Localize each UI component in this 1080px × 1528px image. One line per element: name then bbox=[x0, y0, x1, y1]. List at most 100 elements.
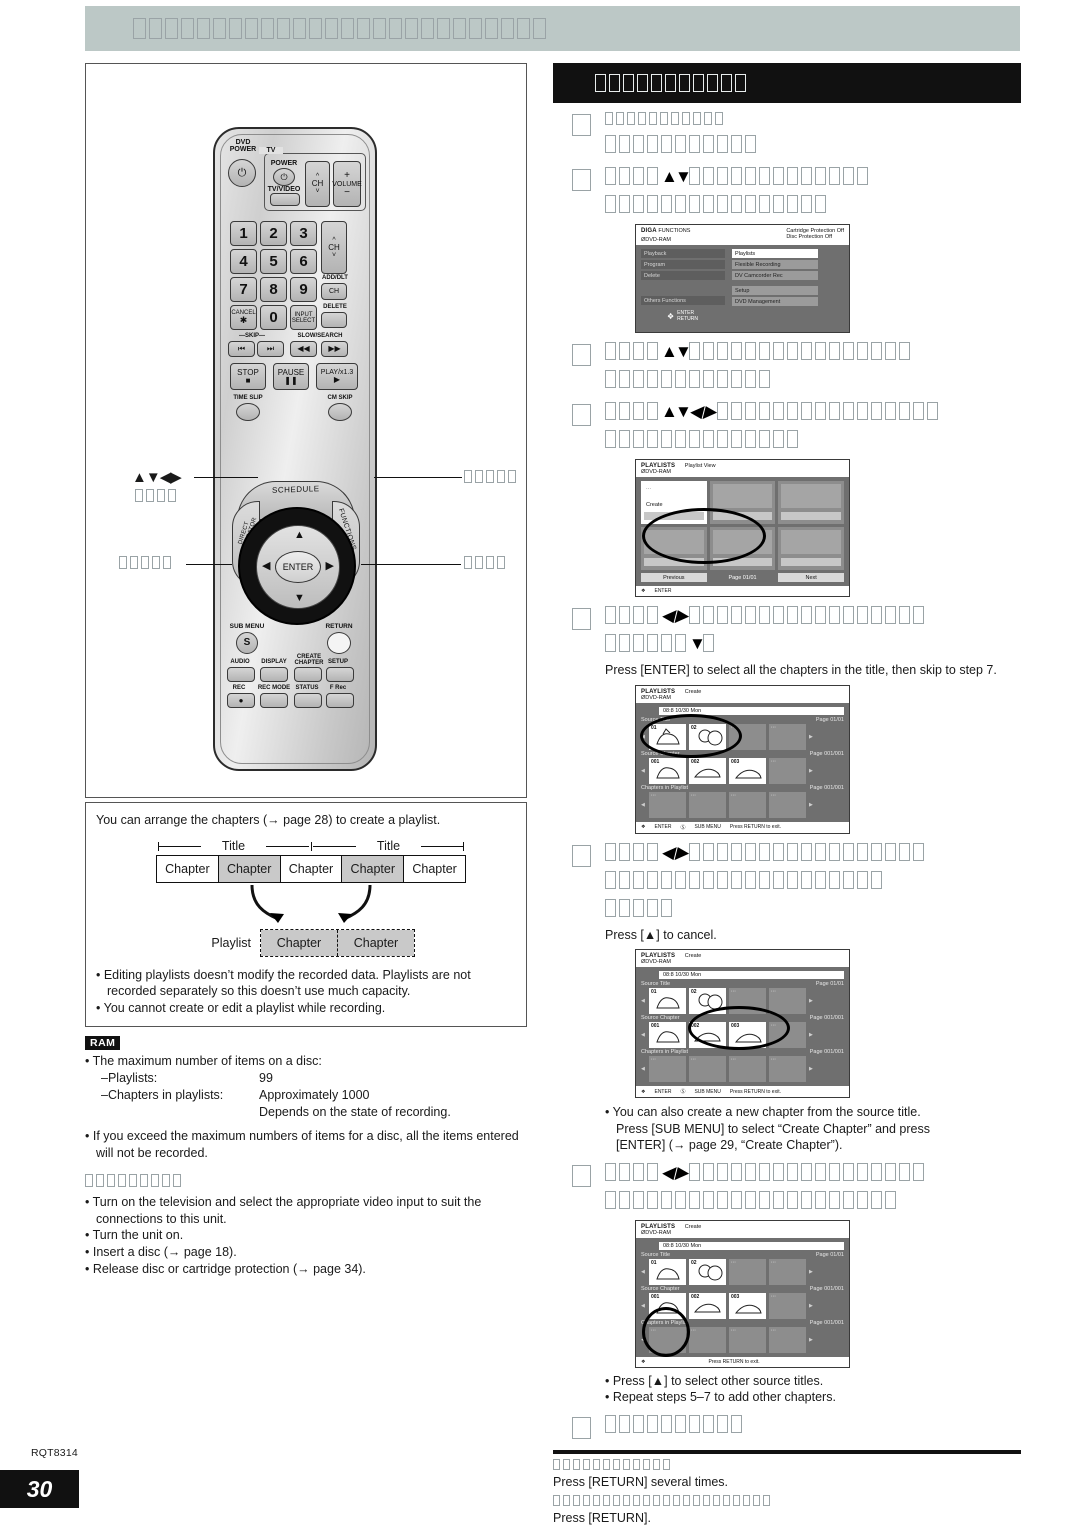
osd-menu-playlists[interactable]: Playlists bbox=[732, 249, 818, 258]
osd-thumb[interactable]: 003 bbox=[729, 1292, 766, 1319]
audio-button[interactable] bbox=[227, 667, 255, 682]
osd-menu-program[interactable]: Program bbox=[641, 260, 725, 269]
osd-thumb[interactable]: ··· bbox=[769, 723, 806, 750]
osd-create-disc: ØDVD-RAM bbox=[641, 1229, 671, 1236]
step-number-6 bbox=[572, 844, 591, 867]
osd-thumb[interactable]: 02 bbox=[689, 1258, 726, 1285]
osd-dpad-icon: ❖ bbox=[641, 824, 646, 830]
osd-thumb[interactable]: ··· bbox=[689, 1326, 726, 1353]
tv-ch-rocker[interactable]: ^ CH ˅ bbox=[305, 161, 330, 207]
osd-menu-delete[interactable]: Delete bbox=[641, 271, 725, 280]
osd-thumb[interactable]: 001 bbox=[649, 1022, 686, 1048]
return-button[interactable] bbox=[327, 632, 351, 654]
rec-mode-button[interactable] bbox=[260, 693, 288, 708]
enter-button[interactable]: ENTER bbox=[275, 551, 321, 583]
number-2-button[interactable]: 2 bbox=[260, 221, 287, 246]
rec-button[interactable]: ● bbox=[227, 693, 255, 708]
tv-volume-rocker[interactable]: + VOLUME − bbox=[332, 161, 362, 207]
highlight-ellipse-source-title bbox=[640, 713, 742, 758]
time-slip-button[interactable] bbox=[236, 403, 260, 421]
dpad-down-icon[interactable]: ▼ bbox=[294, 593, 305, 604]
osd-thumb[interactable]: ··· bbox=[729, 1326, 766, 1353]
osd-thumb[interactable]: 01 bbox=[649, 988, 686, 1014]
tv-power-button[interactable]: ⏻ bbox=[273, 168, 295, 186]
osd-playlist-cell[interactable]: ··· bbox=[778, 527, 845, 570]
input-select-button[interactable]: INPUT SELECT bbox=[290, 305, 317, 330]
osd-thumb[interactable]: ··· bbox=[769, 757, 806, 784]
osd-thumb[interactable]: 002 bbox=[689, 757, 726, 784]
f-rec-button[interactable] bbox=[326, 693, 354, 708]
osd-thumb[interactable]: ··· bbox=[769, 988, 806, 1014]
number-7-button[interactable]: 7 bbox=[230, 277, 257, 302]
number-3-button[interactable]: 3 bbox=[290, 221, 317, 246]
number-9-button[interactable]: 9 bbox=[290, 277, 317, 302]
osd-thumb[interactable]: ··· bbox=[689, 1056, 726, 1082]
setup-button[interactable] bbox=[326, 667, 354, 682]
osd-thumb[interactable]: ··· bbox=[769, 1292, 806, 1319]
number-8-button[interactable]: 8 bbox=[260, 277, 287, 302]
osd-thumb[interactable]: ··· bbox=[649, 791, 686, 818]
osd-thumb[interactable]: ··· bbox=[729, 1056, 766, 1082]
subnote-line: • You can also create a new chapter from… bbox=[605, 1105, 921, 1119]
number-4-button[interactable]: 4 bbox=[230, 249, 257, 274]
dpad-left-icon[interactable]: ◀ bbox=[262, 561, 270, 572]
search-back-button[interactable]: ◀◀ bbox=[290, 341, 317, 357]
osd-thumb[interactable]: ··· bbox=[729, 1258, 766, 1285]
number-1-button[interactable]: 1 bbox=[230, 221, 257, 246]
add-dlt-ch-button[interactable]: CH bbox=[321, 283, 347, 300]
diagram-playlist-row: Playlist Chapter Chapter bbox=[156, 928, 466, 957]
number-6-button[interactable]: 6 bbox=[290, 249, 317, 274]
osd-thumb[interactable]: ··· bbox=[769, 1326, 806, 1353]
osd-thumb[interactable]: ··· bbox=[649, 1056, 686, 1082]
search-forward-button[interactable]: ▶▶ bbox=[321, 341, 348, 357]
osd-menu-dv-camcorder-rec[interactable]: DV Camcorder Rec bbox=[732, 271, 818, 280]
ch-rocker[interactable]: ^ CH ˅ bbox=[321, 221, 347, 274]
osd-playlist-view-header: PLAYLISTS Playlist View ØDVD-RAM bbox=[636, 460, 849, 477]
osd-thumb[interactable]: 003 bbox=[729, 757, 766, 784]
osd-menu-flexible-recording[interactable]: Flexible Recording bbox=[732, 260, 818, 269]
osd-menu-others-functions[interactable]: Others Functions bbox=[641, 296, 725, 305]
osd-brand: DIGA bbox=[641, 228, 657, 234]
skip-forward-button[interactable]: ⏭ bbox=[257, 341, 284, 357]
stop-button[interactable]: STOP ■ bbox=[230, 363, 266, 390]
audio-label: AUDIO bbox=[230, 659, 250, 665]
create-chapter-button[interactable] bbox=[294, 667, 322, 682]
banner-title-glyphs bbox=[133, 18, 546, 39]
cancel-button[interactable]: CANCEL ✱ bbox=[230, 305, 257, 330]
osd-nav-next[interactable]: Next bbox=[778, 573, 845, 582]
dpad-inner[interactable]: ▲ ▼ ◀ ▶ ENTER bbox=[256, 525, 340, 609]
osd-thumb[interactable]: 001 bbox=[649, 757, 686, 784]
play-button[interactable]: PLAY/x1.3 ▶ bbox=[316, 363, 358, 390]
display-button[interactable] bbox=[260, 667, 288, 682]
osd-dpad-icon: ❖ bbox=[641, 588, 646, 594]
osd-menu-dvd-management[interactable]: DVD Management bbox=[732, 297, 818, 306]
status-button[interactable] bbox=[294, 693, 322, 708]
osd-playlist-cell[interactable]: ··· bbox=[778, 481, 845, 524]
dpad[interactable]: ▲ ▼ ◀ ▶ ENTER bbox=[238, 507, 356, 625]
dvd-power-button[interactable]: ⏻ bbox=[228, 159, 256, 187]
sub-menu-button[interactable]: S bbox=[236, 632, 258, 654]
page-banner bbox=[85, 6, 1020, 51]
osd-thumb[interactable]: 01 bbox=[649, 1258, 686, 1285]
osd-thumb[interactable]: ··· bbox=[729, 791, 766, 818]
pause-button[interactable]: PAUSE ❚❚ bbox=[273, 363, 309, 390]
osd-thumb[interactable]: ··· bbox=[769, 1258, 806, 1285]
step-5-note: Press [ENTER] to select all the chapters… bbox=[605, 663, 997, 677]
osd-menu-setup[interactable]: Setup bbox=[732, 286, 818, 295]
osd-nav-previous[interactable]: Previous bbox=[641, 573, 707, 582]
tv-video-button[interactable] bbox=[270, 193, 300, 206]
osd-menu-playback[interactable]: Playback bbox=[641, 249, 725, 258]
step-7-line-1: ◀ ▶ bbox=[605, 1162, 924, 1181]
osd-thumb[interactable]: ··· bbox=[689, 791, 726, 818]
osd-thumb[interactable]: ··· bbox=[769, 1056, 806, 1082]
dpad-right-icon[interactable]: ▶ bbox=[326, 561, 334, 572]
delete-button[interactable] bbox=[321, 312, 347, 328]
cm-skip-button[interactable] bbox=[328, 403, 352, 421]
osd-thumb[interactable]: ··· bbox=[769, 791, 806, 818]
number-0-button[interactable]: 0 bbox=[260, 305, 287, 330]
skip-back-button[interactable]: ⏮ bbox=[228, 341, 255, 357]
osd-thumb[interactable]: 002 bbox=[689, 1292, 726, 1319]
f-rec-label: F Rec bbox=[329, 685, 347, 691]
dpad-up-icon[interactable]: ▲ bbox=[294, 530, 305, 541]
number-5-button[interactable]: 5 bbox=[260, 249, 287, 274]
